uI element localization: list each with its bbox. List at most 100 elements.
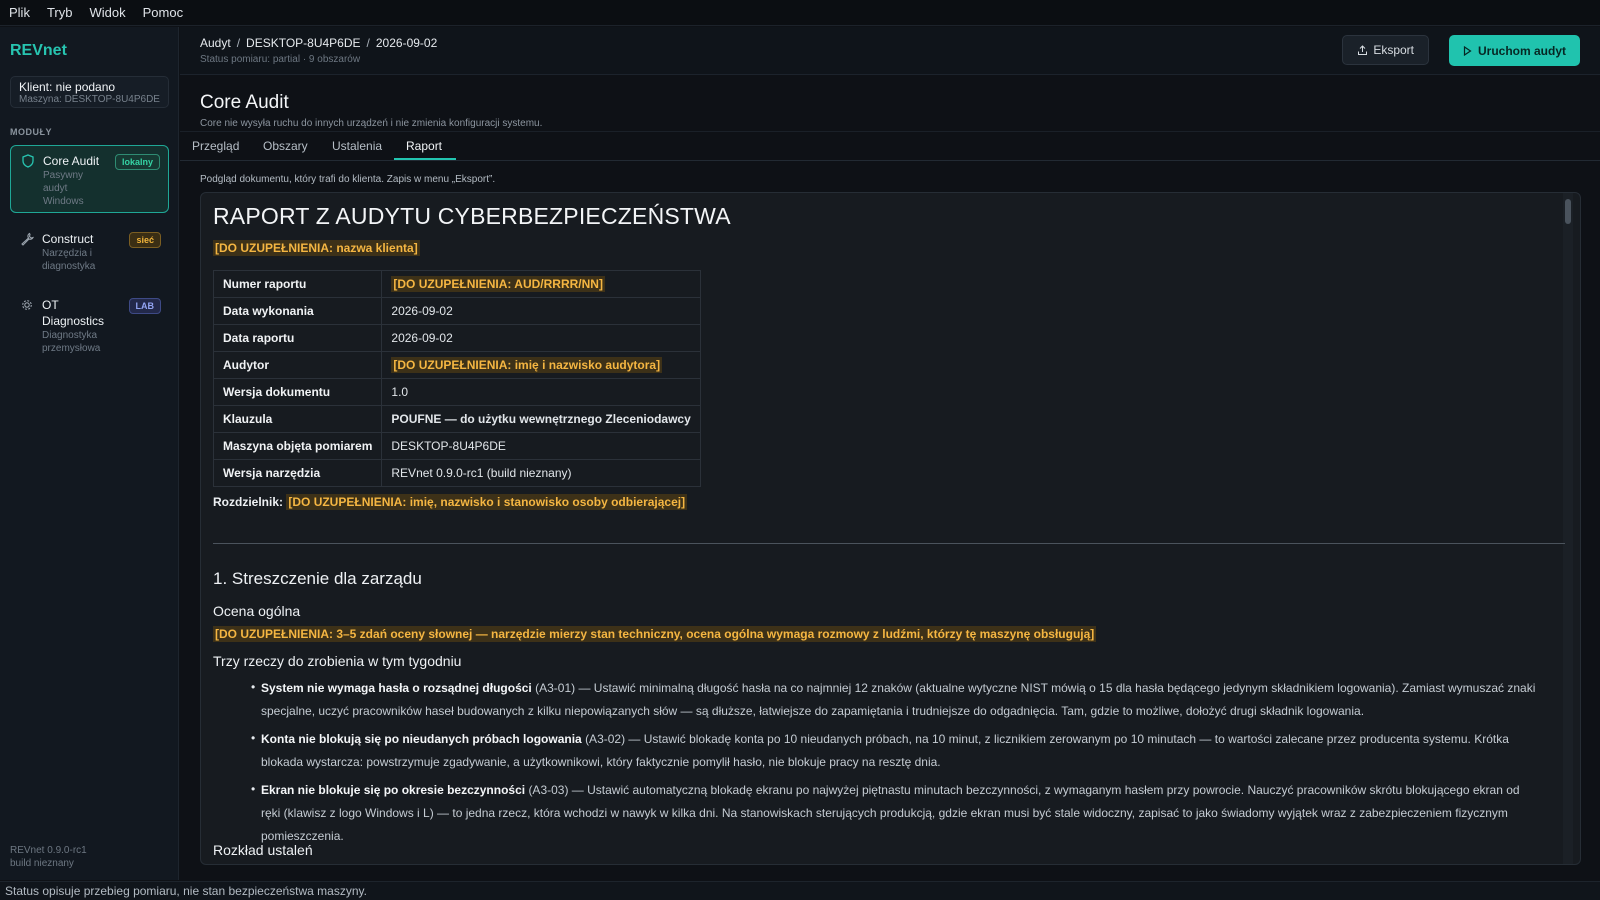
tab-overview[interactable]: Przegląd <box>192 139 239 153</box>
module-subtitle: Narzędzia i diagnostyka <box>42 248 96 272</box>
run-audit-button[interactable]: Uruchom audyt <box>1449 35 1580 66</box>
placeholder-client: [DO UZUPEŁNIENIA: nazwa klienta] <box>213 240 420 256</box>
menu-mode[interactable]: Tryb <box>47 5 73 20</box>
meta-key: Klauzula <box>212 405 383 433</box>
section-heading: 1. Streszczenie dla zarządu <box>213 569 422 588</box>
measurement-status: Status pomiaru: partial · 9 obszarów <box>200 54 361 65</box>
shield-icon <box>22 154 34 168</box>
list-item: System nie wymaga hasła o rozsądnej dług… <box>251 676 1541 723</box>
meta-key: Data wykonania <box>212 297 383 325</box>
breadcrumb-separator: / <box>236 36 241 50</box>
module-subtitle: Pasywny audyt Windows <box>43 170 84 207</box>
table-row: Wersja dokumentu 1.0 <box>212 378 701 406</box>
module-title: OT Diagnostics <box>42 298 105 328</box>
client-name: Klient: nie podano <box>19 81 116 94</box>
app-version: REVnet 0.9.0-rc1 build nieznany <box>10 844 87 870</box>
scrollbar-track[interactable] <box>1563 193 1573 864</box>
active-tab-indicator <box>394 158 456 160</box>
todo-heading: Trzy rzeczy do zrobienia w tym tygodniu <box>213 653 462 669</box>
table-row: Numer raportu [DO UZUPEŁNIENIA: AUD/RRRR/… <box>212 270 701 298</box>
table-row: Data raportu 2026-09-02 <box>212 324 701 352</box>
menu-bar: Plik Tryb Widok Pomoc <box>0 0 1600 26</box>
client-card[interactable]: Klient: nie podano Maszyna: DESKTOP-8U4P… <box>10 76 169 108</box>
placeholder-distribution: [DO UZUPEŁNIENIA: imię, nazwisko i stano… <box>286 494 688 510</box>
export-button[interactable]: Eksport <box>1342 35 1429 65</box>
module-construct[interactable]: Construct Narzędzia i diagnostyka sieć <box>10 224 169 280</box>
meta-key: Wersja narzędzia <box>212 459 383 487</box>
wrench-icon <box>21 232 34 246</box>
meta-key: Maszyna objęta pomiarem <box>212 432 383 460</box>
top-bar: Audyt / DESKTOP-8U4P6DE / 2026-09-02 Status … <box>180 27 1600 75</box>
meta-value: [DO UZUPEŁNIENIA: AUD/RRRR/NN] <box>381 270 701 298</box>
divider <box>213 543 1565 544</box>
brand-logo: REVnet <box>10 42 67 59</box>
todo-list: System nie wymaga hasła o rozsądnej dług… <box>251 676 1541 853</box>
module-badge: LAB <box>128 298 161 314</box>
breadcrumb-audit[interactable]: Audyt <box>200 36 231 50</box>
run-audit-label: Uruchom audyt <box>1477 43 1566 58</box>
meta-value: DESKTOP-8U4P6DE <box>381 432 701 460</box>
version-number: REVnet 0.9.0-rc1 <box>10 845 87 856</box>
distribution-line: Rozdzielnik: [DO UZUPEŁNIENIA: imię, naz… <box>213 494 688 510</box>
placeholder-report-number: [DO UZUPEŁNIENIA: AUD/RRRR/NN] <box>391 276 605 292</box>
report-client: [DO UZUPEŁNIENIA: nazwa klienta] <box>213 240 420 256</box>
menu-view[interactable]: Widok <box>89 5 125 20</box>
tab-bar: Przegląd Obszary Ustalenia Raport <box>180 131 1600 161</box>
meta-value: REVnet 0.9.0-rc1 (build nieznany) <box>381 459 701 487</box>
breadcrumb: Audyt / DESKTOP-8U4P6DE / 2026-09-02 <box>200 36 437 50</box>
report-preview[interactable]: RAPORT Z AUDYTU CYBERBEZPIECZEŃSTWA [DO … <box>200 192 1581 865</box>
page-description: Core nie wysyła ruchu do innych urządzeń… <box>200 118 543 129</box>
table-row: Data wykonania 2026-09-02 <box>212 297 701 325</box>
menu-help[interactable]: Pomoc <box>143 5 183 20</box>
modules-heading: MODUŁY <box>10 127 52 137</box>
table-row: Klauzula POUFNE — do użytku wewnętrznego … <box>212 405 701 433</box>
module-title: Core Audit <box>43 154 100 168</box>
module-ot-diagnostics[interactable]: OT Diagnostics Diagnostyka przemysłowa L… <box>10 290 169 364</box>
page-title: Core Audit <box>200 92 289 113</box>
distribution-label: Rozdzielnik: <box>213 495 284 509</box>
menu-file[interactable]: Plik <box>9 5 30 20</box>
document-hint: Podgląd dokumentu, który trafi do klient… <box>200 174 496 185</box>
table-row: Wersja narzędzia REVnet 0.9.0-rc1 (build … <box>212 459 701 487</box>
breakdown-heading: Rozkład ustaleń <box>213 842 313 858</box>
todo-code: (A3-02) <box>585 732 626 746</box>
meta-key: Audytor <box>212 351 383 379</box>
machine-name: Maszyna: DESKTOP-8U4P6DE <box>19 94 160 105</box>
todo-code: (A3-03) <box>528 783 569 797</box>
meta-key: Wersja dokumentu <box>212 378 383 406</box>
meta-value: 2026-09-02 <box>381 297 701 325</box>
list-item: Ekran nie blokuje się po okresie bezczyn… <box>251 778 1541 848</box>
assessment-heading: Ocena ogólna <box>213 603 301 619</box>
report-metadata-table: Numer raportu [DO UZUPEŁNIENIA: AUD/RRRR/… <box>212 270 701 487</box>
meta-key: Numer raportu <box>212 270 383 298</box>
list-item: Konta nie blokują się po nieudanych prób… <box>251 727 1541 774</box>
todo-title: System nie wymaga hasła o rozsądnej dług… <box>261 681 532 695</box>
meta-value: 2026-09-02 <box>381 324 701 352</box>
meta-key: Data raportu <box>212 324 383 352</box>
build-info: build nieznany <box>10 858 74 869</box>
assessment-text: [DO UZUPEŁNIENIA: 3–5 zdań oceny słownej… <box>213 626 1097 642</box>
table-row: Audytor [DO UZUPEŁNIENIA: imię i nazwisko… <box>212 351 701 379</box>
meta-value: [DO UZUPEŁNIENIA: imię i nazwisko audyto… <box>381 351 701 379</box>
status-bar: Status opisuje przebieg pomiaru, nie sta… <box>0 881 1600 900</box>
module-badge: lokalny <box>114 154 160 170</box>
module-subtitle: Diagnostyka przemysłowa <box>42 330 101 354</box>
sidebar: REVnet Klient: nie podano Maszyna: DESKT… <box>0 27 179 880</box>
tab-areas[interactable]: Obszary <box>263 139 308 153</box>
module-title: Construct <box>42 232 94 246</box>
report-title: RAPORT Z AUDYTU CYBERBEZPIECZEŃSTWA <box>213 203 731 229</box>
todo-title: Ekran nie blokuje się po okresie bezczyn… <box>261 783 526 797</box>
breadcrumb-machine[interactable]: DESKTOP-8U4P6DE <box>246 36 361 50</box>
upload-icon <box>1358 44 1368 55</box>
meta-value: POUFNE — do użytku wewnętrznego Zlecenio… <box>381 405 701 433</box>
meta-value: 1.0 <box>381 378 701 406</box>
module-core-audit[interactable]: Core Audit Pasywny audyt Windows lokalny <box>10 145 169 213</box>
play-icon <box>1463 45 1472 56</box>
tab-report[interactable]: Raport <box>406 139 442 153</box>
breadcrumb-date: 2026-09-02 <box>375 36 438 50</box>
export-label: Eksport <box>1373 43 1414 57</box>
todo-code: (A3-01) <box>535 681 576 695</box>
scrollbar-thumb[interactable] <box>1565 199 1571 224</box>
placeholder-auditor: [DO UZUPEŁNIENIA: imię i nazwisko audyto… <box>391 357 663 373</box>
tab-findings[interactable]: Ustalenia <box>332 139 382 153</box>
